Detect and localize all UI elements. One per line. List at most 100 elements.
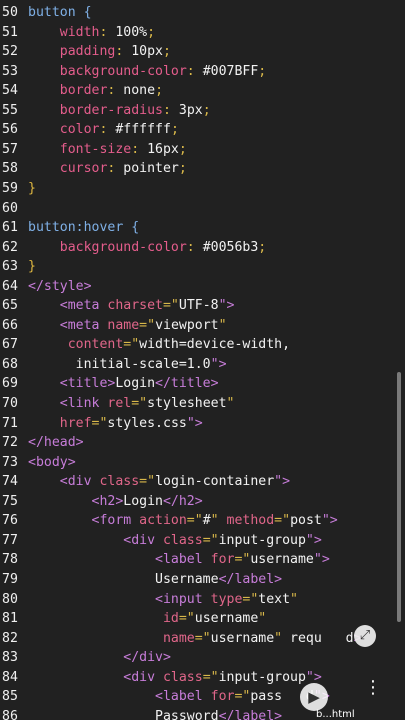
code-token: =": [202, 532, 219, 548]
code-token: </head>: [28, 435, 84, 451]
code-token: ">: [313, 552, 330, 568]
code-token: ">: [274, 474, 291, 490]
code-token: =": [202, 669, 219, 685]
code-token: ;: [258, 63, 267, 79]
code-line: 77 <div class="input-group">: [0, 531, 405, 551]
code-token: Login: [115, 376, 156, 392]
code-editor[interactable]: 50 button {51 width: 100%; 52 padding: 10p…: [0, 0, 405, 720]
code-line: 59}: [0, 179, 405, 199]
code-text: width: 100%;: [28, 23, 155, 43]
code-token: #: [202, 513, 211, 529]
code-text: border-radius: 3px;: [28, 101, 211, 121]
code-token: </label>: [218, 571, 283, 587]
code-token: ;: [178, 141, 187, 157]
line-number: 66: [2, 317, 18, 333]
code-token: 3px: [178, 102, 203, 118]
code-text: id="username": [28, 609, 266, 629]
code-token: text: [258, 591, 291, 607]
code-text: Password</label>: [28, 707, 282, 720]
code-token: ;: [202, 102, 211, 118]
code-line: 80 <input type="text": [0, 590, 405, 610]
code-token: button:hover {: [28, 220, 140, 236]
code-token: ">: [321, 513, 338, 529]
code-token: Password: [28, 708, 219, 720]
code-token: #007BFF: [202, 63, 259, 79]
code-token: ;: [258, 239, 267, 255]
line-number: 67: [2, 337, 18, 353]
code-token: </label>: [218, 708, 283, 720]
code-token: username: [194, 611, 259, 627]
code-line: 52 padding: 10px;: [0, 42, 405, 62]
vertical-scrollbar[interactable]: [397, 372, 401, 622]
code-token: </h2>: [162, 493, 203, 509]
code-token: class: [162, 532, 203, 548]
code-text: <h2>Login</h2>: [28, 492, 203, 512]
code-token: </title>: [155, 376, 219, 392]
code-token: charset: [107, 298, 163, 314]
line-number: 74: [2, 474, 18, 490]
code-token: <meta: [28, 317, 108, 333]
code-line: 53 background-color: #007BFF;: [0, 62, 405, 82]
code-text: </style>: [28, 277, 92, 297]
code-text: content="width=device-width,: [28, 335, 290, 355]
line-number: 57: [2, 141, 18, 157]
line-number: 77: [2, 532, 18, 548]
code-text: <body>: [28, 453, 76, 473]
code-text: </head>: [28, 433, 84, 453]
code-token: class: [99, 474, 140, 490]
code-text: href="styles.css">: [28, 414, 203, 434]
code-token: :: [107, 161, 124, 177]
code-token: ": [218, 317, 227, 333]
line-number: 80: [2, 591, 18, 607]
code-text: }: [28, 257, 36, 277]
line-number: 81: [2, 611, 18, 627]
code-token: =": [234, 689, 251, 705]
line-number: 50: [2, 5, 18, 20]
code-token: ">: [210, 356, 227, 372]
code-token: styles.css: [107, 415, 187, 431]
code-token: href: [28, 415, 92, 431]
code-token: ;: [178, 161, 187, 177]
code-token: :: [186, 63, 203, 79]
play-icon[interactable]: ▶: [300, 683, 328, 711]
code-token: username: [250, 552, 314, 568]
code-token: 100%: [115, 24, 148, 40]
code-text: button:hover {: [28, 218, 139, 238]
code-text: <label for="pass d">: [28, 687, 330, 707]
line-number: 70: [2, 396, 18, 411]
line-number: 79: [2, 571, 18, 587]
code-token: :: [115, 44, 132, 60]
code-token: =": [274, 513, 291, 529]
code-token: <div: [28, 669, 163, 685]
code-token: input-group: [218, 669, 306, 685]
code-token: ": [226, 396, 235, 411]
code-line: 69 <title>Login</title>: [0, 374, 405, 394]
code-text: button {: [28, 3, 92, 23]
code-text: <link rel="stylesheet": [28, 394, 235, 414]
code-token: ": [210, 513, 227, 529]
code-token: font-size: [28, 141, 132, 157]
code-text: cursor: pointer;: [28, 159, 187, 179]
code-token: for: [210, 552, 235, 568]
code-text: </div>: [28, 648, 171, 668]
code-token: UTF-8: [178, 298, 219, 314]
code-token: method: [226, 513, 275, 529]
code-token: <form: [28, 513, 140, 529]
code-token: login-container: [155, 474, 275, 490]
code-token: =": [194, 630, 211, 646]
code-line: 61 button:hover {: [0, 218, 405, 238]
code-line: 75 <h2>Login</h2>: [0, 492, 405, 512]
code-text: color: #ffffff;: [28, 120, 179, 140]
code-line: 55 border-radius: 3px;: [0, 101, 405, 121]
code-line: 76 <form action="#" method="post">: [0, 511, 405, 531]
code-token: ": [258, 611, 267, 627]
code-line: 85 <label for="pass d">: [0, 687, 405, 707]
code-line: 50 button {: [0, 3, 405, 23]
share-icon[interactable]: ⤢: [354, 625, 376, 647]
code-token: color: [28, 122, 100, 138]
code-line: 63}: [0, 257, 405, 277]
code-line: 54 border: none;: [0, 81, 405, 101]
more-vertical-icon[interactable]: ⋮: [364, 679, 382, 708]
code-token: username: [210, 630, 275, 646]
code-text: <div class="login-container">: [28, 472, 290, 492]
